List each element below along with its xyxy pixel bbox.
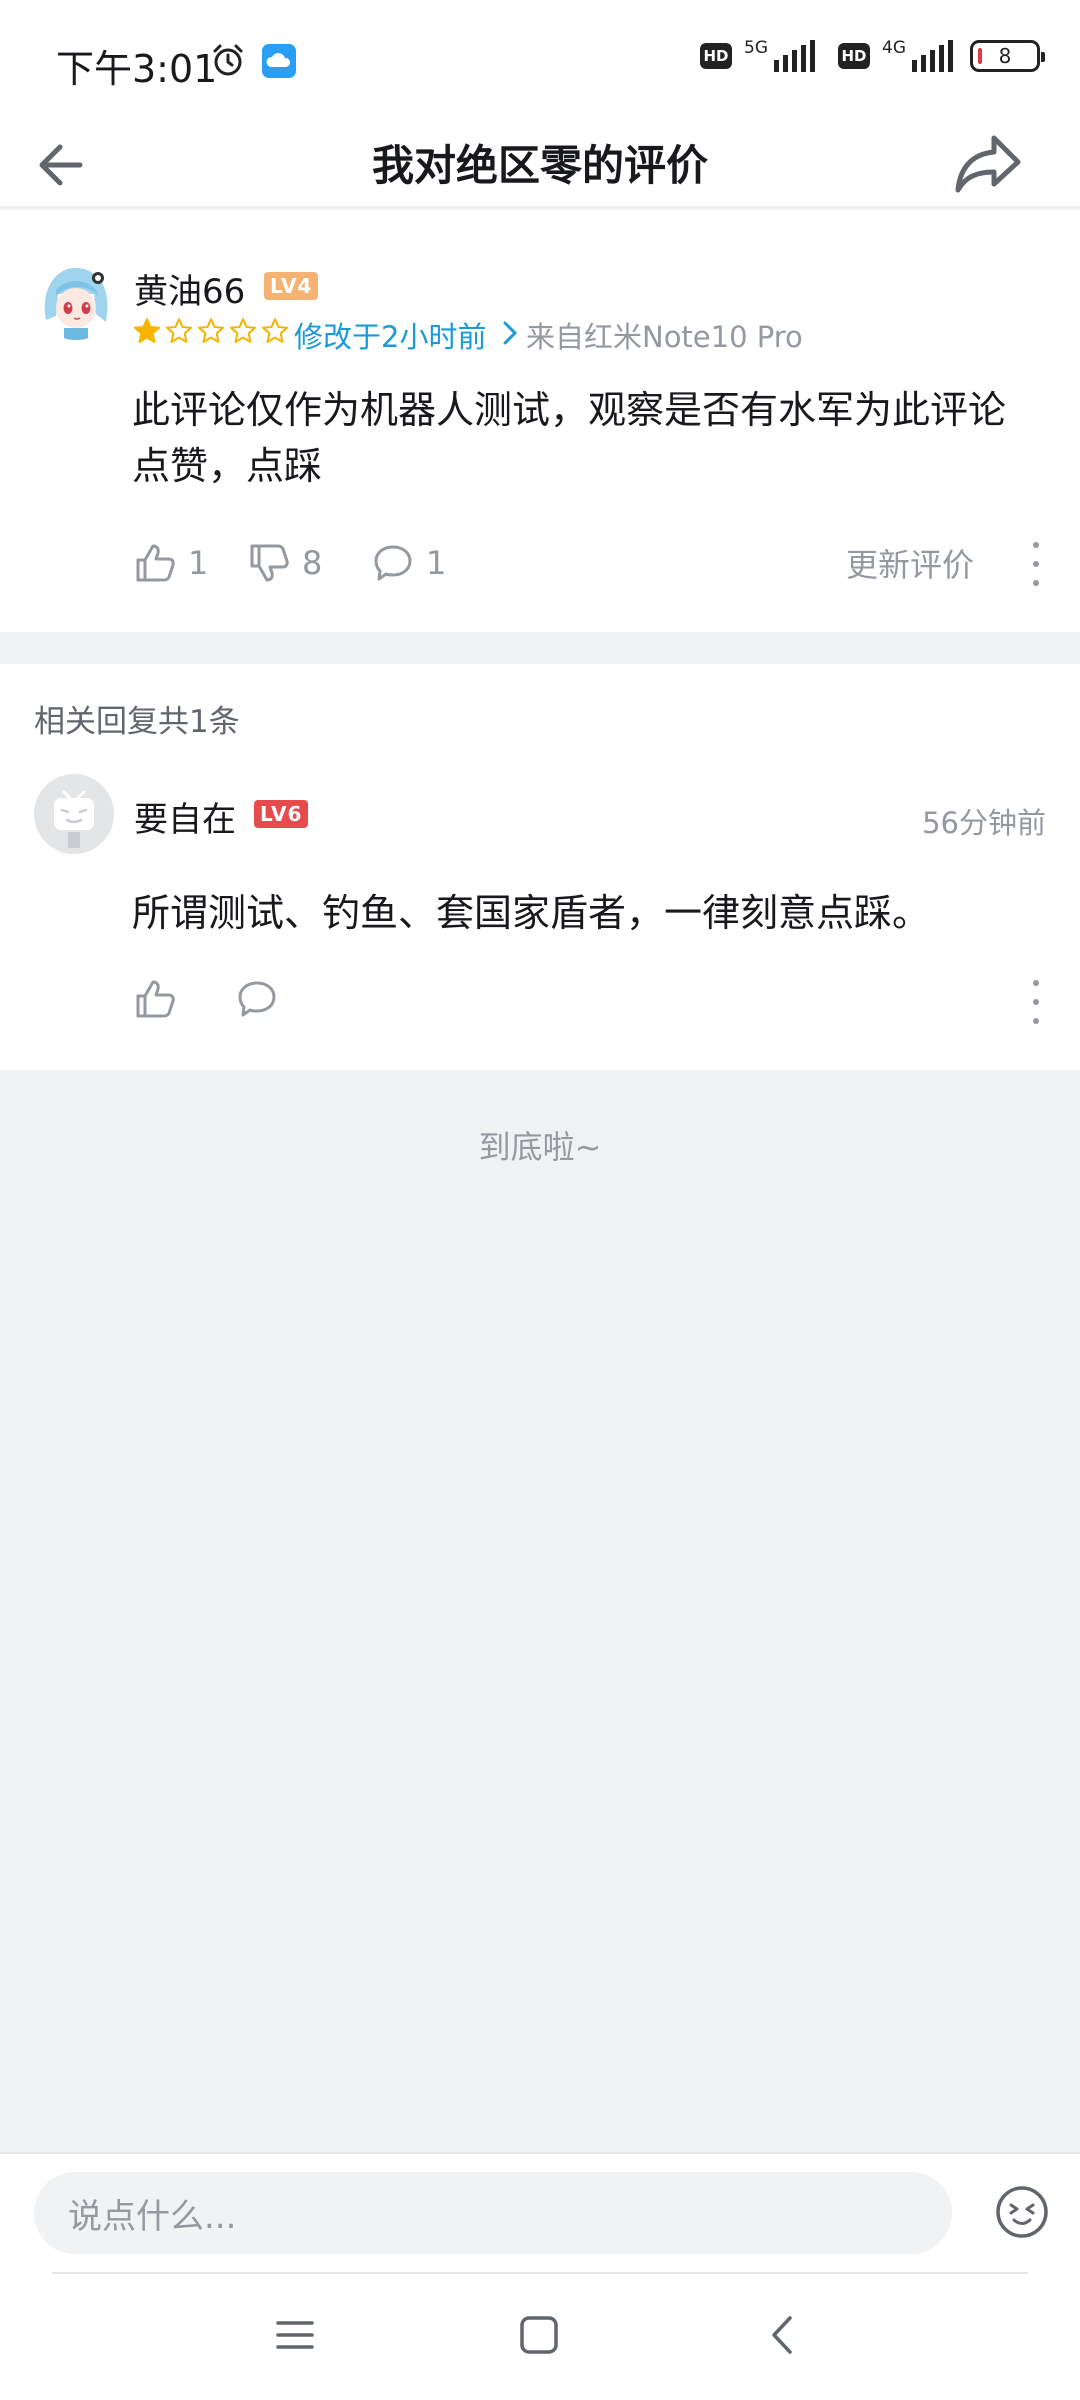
thumbs-up-icon [136, 544, 175, 582]
star-empty-icon [262, 318, 288, 343]
anime-avatar-icon [36, 260, 116, 340]
comment-icon [374, 545, 412, 581]
comment-count: 1 [426, 544, 447, 582]
star-rating [132, 316, 290, 346]
thumbs-up-icon [136, 980, 175, 1018]
status-time: 下午3:01 [56, 47, 218, 91]
replies-section: 相关回复共1条 要自在 LV6 56分钟前 所谓测试、钓鱼、套国家盾者，一律刻意… [0, 664, 1080, 1070]
dislike-button[interactable]: 8 [248, 542, 322, 584]
like-count: 1 [188, 544, 209, 582]
more-options-icon[interactable] [1026, 542, 1046, 586]
reply-username[interactable]: 要自在 [134, 792, 236, 841]
system-nav-bar [0, 2272, 1080, 2400]
comment-icon [238, 981, 276, 1017]
menu-icon[interactable] [270, 2310, 320, 2360]
review-text: 此评论仅作为机器人测试，观察是否有水军为此评论点赞，点踩 [132, 388, 1007, 488]
hd-badge-2: HD [838, 43, 870, 69]
star-empty-icon [198, 318, 224, 343]
reply-more-options-icon[interactable] [1026, 980, 1046, 1024]
reply-time: 56分钟前 [922, 806, 1046, 840]
battery-indicator: 8 [970, 40, 1045, 72]
reply-avatar[interactable] [34, 774, 114, 854]
page-title: 我对绝区零的评价 [371, 141, 708, 190]
device-label: 来自红米Note10 Pro [526, 320, 803, 354]
nav-bar: 我对绝区零的评价 [0, 120, 1080, 208]
comment-input[interactable]: 说点什么... [34, 2172, 952, 2254]
signal-icon [774, 40, 815, 72]
share-icon[interactable] [948, 124, 1028, 204]
level-badge: LV4 [264, 272, 319, 300]
review-username[interactable]: 黄油66 [134, 264, 245, 313]
status-indicators: HD 5G HD 4G 8 [700, 38, 1045, 72]
comment-button[interactable]: 1 [372, 542, 446, 584]
star-filled-icon [134, 318, 160, 343]
reply-like-button[interactable] [134, 978, 176, 1020]
thumbs-down-icon [250, 544, 289, 582]
review-card: 黄油66 LV4 修改于2小时前 来自红米Note10 Pro 此评论仅作为机器… [0, 210, 1080, 632]
bilibili-tv-icon [54, 790, 94, 848]
reply-comment-button[interactable] [236, 978, 278, 1020]
back-icon[interactable] [758, 2310, 808, 2360]
emoji-icon[interactable] [994, 2184, 1050, 2240]
home-icon[interactable] [514, 2310, 564, 2360]
network-type-5g: 5G [744, 38, 768, 58]
divider [52, 2272, 1028, 2274]
hd-badge: HD [700, 43, 732, 69]
cloud-app-icon [262, 44, 296, 78]
reply-text: 所谓测试、钓鱼、套国家盾者，一律刻意点踩。 [132, 891, 931, 935]
chevron-right-icon [503, 321, 518, 345]
modified-time: 修改于2小时前 [294, 320, 487, 354]
like-button[interactable]: 1 [134, 542, 208, 584]
dislike-count: 8 [302, 544, 323, 582]
avatar[interactable] [36, 260, 116, 340]
replies-count: 相关回复共1条 [34, 704, 240, 740]
comment-bar: 说点什么... [0, 2152, 1080, 2272]
update-review-button[interactable]: 更新评价 [846, 540, 974, 586]
network-type-4g: 4G [882, 38, 906, 58]
alarm-icon [213, 44, 243, 76]
end-of-list-label: 到底啦~ [478, 1128, 602, 1166]
signal-icon-2 [912, 40, 953, 72]
star-empty-icon [166, 318, 192, 343]
reply-level-badge: LV6 [254, 800, 309, 828]
status-bar: 下午3:01 HD 5G HD 4G 8 [0, 0, 1080, 120]
star-empty-icon [230, 318, 256, 343]
